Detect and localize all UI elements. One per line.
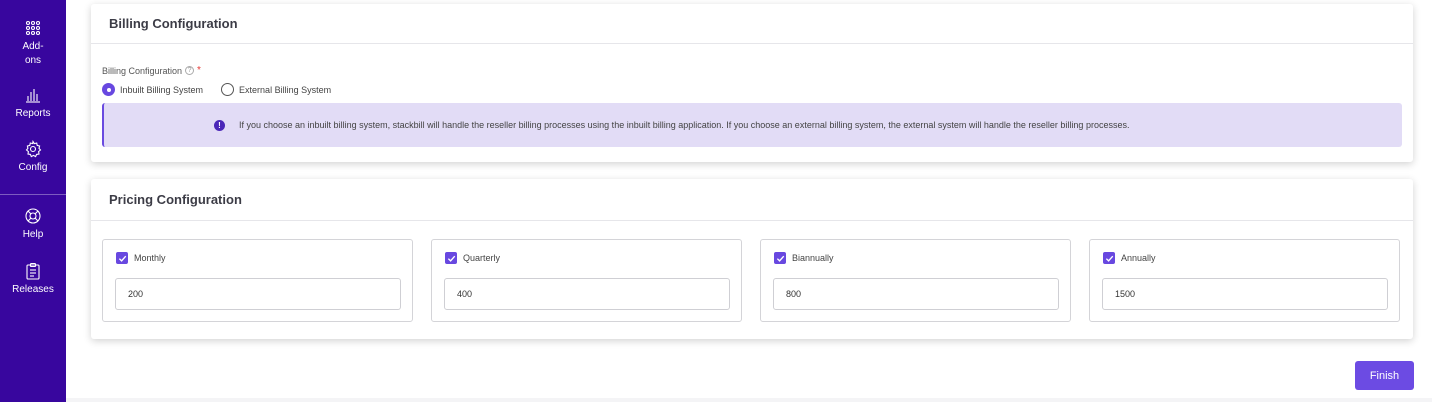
billing-info-text: If you choose an inbuilt billing system,… (239, 120, 1130, 130)
billing-radio-group: Inbuilt Billing System External Billing … (102, 83, 331, 96)
lifebuoy-icon (24, 207, 42, 225)
plan-checkbox-row: Monthly (116, 252, 166, 264)
sidebar-item-addons[interactable]: Add- ons (0, 19, 66, 68)
billing-info-alert: ! If you choose an inbuilt billing syste… (102, 103, 1402, 147)
plan-quarterly: Quarterly (431, 239, 742, 322)
sidebar-divider (0, 194, 66, 195)
radio-button[interactable] (221, 83, 235, 96)
plan-checkbox-row: Biannually (774, 252, 834, 264)
card-header: Pricing Configuration (91, 179, 1413, 221)
footer-strip (66, 398, 1432, 402)
gear-icon (24, 140, 42, 158)
plan-checkbox-row: Annually (1103, 252, 1156, 264)
billing-field-label: Billing Configuration ? * (102, 65, 201, 76)
checkbox-checked[interactable] (1103, 252, 1115, 264)
sidebar-item-reports[interactable]: Reports (0, 86, 66, 121)
check-icon (1105, 255, 1113, 262)
check-icon (118, 255, 126, 262)
plan-label: Quarterly (463, 253, 501, 263)
plan-biannually: Biannually (760, 239, 1071, 322)
radio-inbuilt-billing[interactable]: Inbuilt Billing System (102, 83, 203, 96)
sidebar-item-label: Config (18, 162, 48, 173)
finish-button[interactable]: Finish (1355, 361, 1414, 390)
sidebar-item-help[interactable]: Help (0, 207, 66, 242)
sidebar: Add- ons Reports Config Help Releases (0, 0, 66, 402)
billing-card-title: Billing Configuration (109, 16, 238, 31)
pricing-card-title: Pricing Configuration (109, 192, 242, 207)
sidebar-item-config[interactable]: Config (0, 140, 66, 175)
bar-chart-icon (24, 86, 42, 104)
plan-label: Annually (1121, 253, 1156, 263)
radio-label: External Billing System (239, 84, 332, 95)
check-icon (447, 255, 455, 262)
sidebar-item-label: Add- ons (22, 41, 44, 66)
radio-button-selected[interactable] (102, 83, 115, 96)
checkbox-checked[interactable] (445, 252, 457, 264)
grid-dots-icon (24, 19, 42, 37)
plan-label: Monthly (134, 253, 166, 263)
sidebar-item-label: Releases (12, 284, 54, 295)
clipboard-icon (24, 262, 42, 280)
plan-annually: Annually (1089, 239, 1400, 322)
plan-label: Biannually (792, 253, 834, 263)
radio-label: Inbuilt Billing System (120, 84, 204, 95)
sidebar-item-label: Help (22, 229, 44, 240)
check-icon (776, 255, 784, 262)
biannually-price-input[interactable] (773, 278, 1059, 310)
radio-external-billing[interactable]: External Billing System (221, 83, 331, 96)
sidebar-item-releases[interactable]: Releases (0, 262, 66, 297)
question-icon[interactable]: ? (185, 66, 195, 75)
monthly-price-input[interactable] (115, 278, 401, 310)
annually-price-input[interactable] (1102, 278, 1388, 310)
sidebar-item-label: Reports (15, 108, 51, 119)
billing-field-label-text: Billing Configuration (102, 65, 183, 76)
quarterly-price-input[interactable] (444, 278, 730, 310)
plan-checkbox-row: Quarterly (445, 252, 500, 264)
required-mark: * (197, 65, 201, 76)
checkbox-checked[interactable] (116, 252, 128, 264)
card-header: Billing Configuration (91, 4, 1413, 44)
plan-monthly: Monthly (102, 239, 413, 322)
main-content: Billing Configuration Billing Configurat… (66, 0, 1432, 402)
exclamation-icon: ! (214, 119, 225, 131)
checkbox-checked[interactable] (774, 252, 786, 264)
billing-configuration-card: Billing Configuration Billing Configurat… (91, 4, 1413, 162)
pricing-configuration-card: Pricing Configuration Monthly Quarterly (91, 179, 1413, 339)
